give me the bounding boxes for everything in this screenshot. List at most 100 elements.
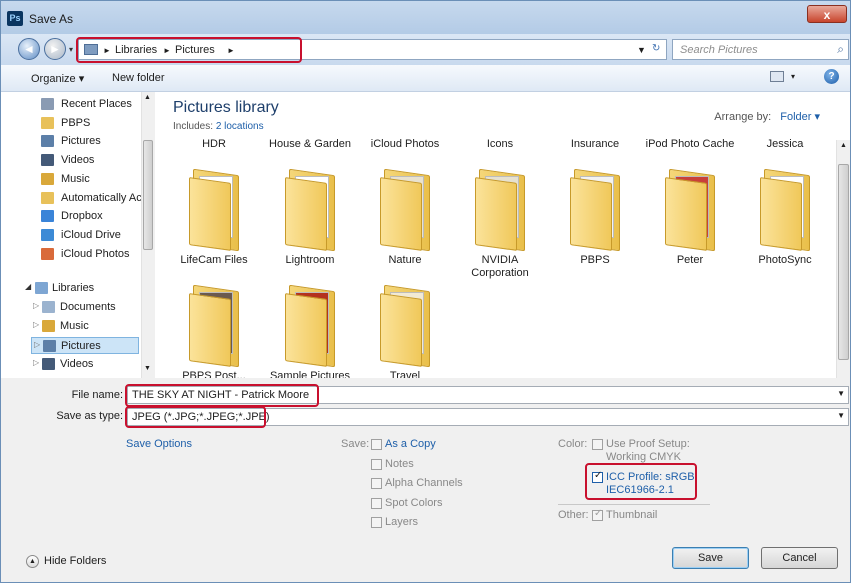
expanded-arrow-icon[interactable]: ◢ <box>25 282 31 291</box>
new-folder-button[interactable]: New folder <box>112 72 165 84</box>
cancel-button[interactable]: Cancel <box>761 547 838 569</box>
save-as-dialog: Ps Save As x ◄ ► ▾ ► Libraries ► Picture… <box>0 0 851 583</box>
folder-label-partial[interactable]: Jessica <box>740 138 830 151</box>
nav-item-label: PBPS <box>61 116 91 129</box>
folder-label-partial[interactable]: Icons <box>455 138 545 151</box>
nav-item[interactable]: Music <box>1 171 141 188</box>
collapsed-arrow-icon[interactable]: ▷ <box>34 340 40 349</box>
recent-pages-chevron-icon[interactable]: ▾ <box>69 45 73 54</box>
collapsed-arrow-icon[interactable]: ▷ <box>33 301 39 310</box>
nav-libraries-label: Libraries <box>52 282 95 294</box>
nav-library-item[interactable]: ▷ Music <box>1 318 141 335</box>
nav-library-label: Videos <box>60 358 94 370</box>
nav-item-icon <box>41 116 54 129</box>
includes-locations-link[interactable]: 2 locations <box>216 121 264 132</box>
alpha-channels-label: Alpha Channels <box>385 477 463 489</box>
folder-label-partial[interactable]: HDR <box>169 138 259 151</box>
use-proof-setup-label: Use Proof Setup: <box>606 438 690 450</box>
scroll-down-icon[interactable]: ▼ <box>144 365 151 372</box>
address-row: ◄ ► ▾ ► Libraries ► Pictures ► ▼ ↻ Searc… <box>1 34 850 65</box>
folder-label-partial[interactable]: iCloud Photos <box>360 138 450 151</box>
layers-checkbox[interactable] <box>371 517 382 528</box>
filename-highlight <box>125 384 319 407</box>
folder-icon <box>380 282 432 368</box>
folder-icon <box>760 166 812 252</box>
nav-item-icon <box>41 172 54 185</box>
arrange-by-label: Arrange by: <box>714 111 772 123</box>
nav-item-icon <box>41 210 54 223</box>
hide-folders-chevron-icon[interactable]: ▲ <box>26 555 39 568</box>
nav-item[interactable]: PBPS <box>1 115 141 132</box>
proof-setup-value: Working CMYK <box>606 451 681 463</box>
content-scrollbar[interactable]: ▲ <box>836 140 850 378</box>
close-button[interactable]: x <box>807 5 847 23</box>
refresh-icon[interactable]: ↻ <box>652 43 660 54</box>
spot-colors-checkbox[interactable] <box>371 498 382 509</box>
nav-item[interactable]: iCloud Drive <box>1 227 141 244</box>
organize-menu[interactable]: Organize ▾ <box>31 72 84 85</box>
collapsed-arrow-icon[interactable]: ▷ <box>33 358 39 367</box>
save-button[interactable]: Save <box>672 547 749 569</box>
library-includes: Includes: 2 locations <box>173 121 264 132</box>
nav-item[interactable]: Pictures <box>1 133 141 150</box>
notes-checkbox[interactable] <box>371 459 382 470</box>
use-proof-setup-checkbox[interactable] <box>592 439 603 450</box>
nav-library-item[interactable]: ▷ Videos <box>1 356 141 373</box>
folder-label: PhotoSync <box>758 254 812 266</box>
nav-item-label: iCloud Photos <box>61 247 130 260</box>
folder-label-partial[interactable]: Insurance <box>550 138 640 151</box>
content-scroll-thumb[interactable] <box>838 164 849 360</box>
color-label: Color: <box>558 438 588 450</box>
nav-item[interactable]: Videos <box>1 152 141 169</box>
notes-label: Notes <box>385 458 414 470</box>
nav-item[interactable]: Automatically Ac <box>1 190 142 207</box>
scroll-up-icon[interactable]: ▲ <box>840 142 847 149</box>
folder-label-partial[interactable]: iPod Photo Cache <box>645 138 735 151</box>
photoshop-app-icon: Ps <box>7 11 23 26</box>
help-icon[interactable]: ? <box>824 69 839 84</box>
view-dropdown-icon[interactable]: ▾ <box>791 72 795 81</box>
nav-item-icon <box>41 98 54 110</box>
nav-libraries[interactable]: ◢ Libraries <box>1 280 141 297</box>
folder-label-partial[interactable]: House & Garden <box>265 138 355 151</box>
search-placeholder: Search Pictures <box>680 44 758 56</box>
as-a-copy-checkbox[interactable] <box>371 439 382 450</box>
nav-scrollbar[interactable]: ▲ ▼ <box>141 92 154 378</box>
scroll-up-icon[interactable]: ▲ <box>144 94 151 101</box>
filename-dropdown-icon[interactable]: ▼ <box>837 389 845 398</box>
as-a-copy-label[interactable]: As a Copy <box>385 438 436 450</box>
back-button[interactable]: ◄ <box>18 38 40 60</box>
nav-item-icon <box>41 247 54 260</box>
search-icon[interactable]: ⌕ <box>837 42 844 57</box>
icc-profile-highlight <box>585 463 697 500</box>
arrange-by: Arrange by: Folder ▾ <box>714 110 820 123</box>
alpha-channels-checkbox[interactable] <box>371 478 382 489</box>
nav-scroll-thumb[interactable] <box>143 140 153 250</box>
search-input[interactable]: Search Pictures ⌕ <box>672 39 849 60</box>
divider <box>558 504 710 505</box>
nav-library-item[interactable]: ▷ Documents <box>1 299 141 316</box>
folder-label: LifeCam Files <box>180 254 248 266</box>
address-dropdown-icon[interactable]: ▼ <box>637 45 646 55</box>
folder-label: Nature <box>388 254 422 266</box>
save-label: Save: <box>341 438 370 450</box>
arrange-by-dropdown[interactable]: Folder ▾ <box>780 111 820 123</box>
thumbnail-checkbox[interactable]: ✓ <box>592 508 603 521</box>
savetype-dropdown-icon[interactable]: ▼ <box>837 411 845 420</box>
nav-library-label: Documents <box>60 301 116 313</box>
breadcrumb-highlight <box>76 37 302 63</box>
navigation-pane: Recent Places PBPS Pictures Videos Music Auto… <box>1 92 154 378</box>
nav-library-item[interactable]: ▷ Pictures <box>31 337 139 354</box>
forward-button[interactable]: ► <box>44 38 66 60</box>
folder-icon <box>475 166 527 252</box>
collapsed-arrow-icon[interactable]: ▷ <box>33 320 39 329</box>
nav-item[interactable]: iCloud Photos <box>1 246 141 263</box>
folder-label: PBPS <box>580 254 610 266</box>
folder-icon <box>189 166 241 252</box>
nav-item[interactable]: Recent Places <box>1 96 141 113</box>
folder-icon <box>665 166 717 252</box>
nav-item[interactable]: Dropbox <box>1 208 141 225</box>
hide-folders-button[interactable]: Hide Folders <box>44 555 106 567</box>
libraries-icon <box>35 282 48 294</box>
change-view-icon[interactable] <box>770 71 784 82</box>
